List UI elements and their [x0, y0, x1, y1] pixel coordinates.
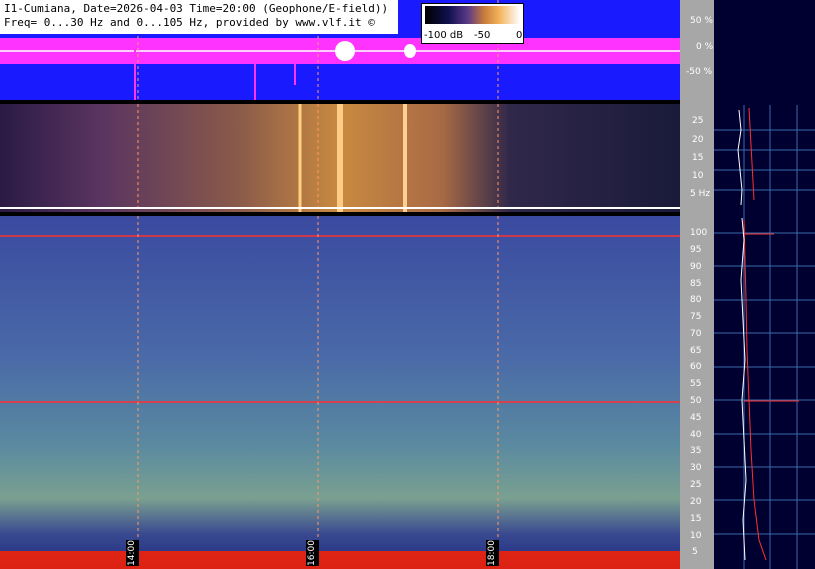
freq-high-tick: 100 [690, 228, 708, 238]
freq-high-tick: 85 [690, 279, 702, 289]
colorbar-gradient [425, 6, 520, 24]
freq-high-tick: 10 [690, 531, 702, 541]
spectrogram-high-freq [0, 216, 680, 569]
freq-high-tick: 50 [690, 396, 702, 406]
freq-low-tick: 5 Hz [690, 189, 711, 199]
colorbar-legend: -100 dB -50 0 [421, 3, 524, 44]
spectrum-side-panel [714, 0, 815, 569]
freq-high-tick: 55 [690, 379, 702, 389]
header-line-1: I1-Cumiana, Date=2026-04-03 Time=20:00 (… [4, 2, 389, 15]
freq-high-tick: 45 [690, 413, 702, 423]
freq-high-tick: 20 [690, 497, 702, 507]
freq-low-tick: 10 [692, 171, 704, 181]
freq-high-tick: 95 [690, 245, 702, 255]
spectrogram-low-freq [0, 104, 680, 212]
time-marker-label: 18:00 [486, 540, 499, 566]
freq-low-tick: 20 [692, 135, 704, 145]
header-line-2: Freq= 0...30 Hz and 0...105 Hz, provided… [4, 16, 375, 29]
waveform-tick-50: 50 % [690, 16, 713, 26]
waveform-tick-0: 0 % [696, 42, 714, 52]
freq-high-tick: 65 [690, 346, 702, 356]
colorbar-label-min: -100 dB [424, 30, 464, 41]
freq-high-tick: 80 [690, 295, 702, 305]
freq-high-tick: 75 [690, 312, 702, 322]
freq-high-tick: 25 [690, 480, 702, 490]
time-marker-label: 14:00 [126, 540, 139, 566]
freq-high-tick: 60 [690, 362, 702, 372]
time-marker-label: 16:00 [306, 540, 319, 566]
freq-high-tick: 70 [690, 329, 702, 339]
waveform-tick-neg50: -50 % [686, 67, 713, 77]
freq-low-tick: 25 [692, 116, 704, 126]
freq-high-tick: 40 [690, 430, 702, 440]
header-info: I1-Cumiana, Date=2026-04-03 Time=20:00 (… [0, 0, 398, 34]
vlf-spectrogram-view: I1-Cumiana, Date=2026-04-03 Time=20:00 (… [0, 0, 815, 569]
freq-high-tick: 35 [690, 446, 702, 456]
freq-high-tick: 15 [690, 514, 702, 524]
freq-low-tick: 15 [692, 153, 704, 163]
freq-high-tick: 30 [690, 463, 702, 473]
freq-high-tick: 90 [690, 262, 702, 272]
freq-high-tick: 5 [692, 547, 698, 557]
colorbar-label-mid: -50 [474, 30, 491, 41]
colorbar-label-max: 0 [516, 30, 523, 41]
